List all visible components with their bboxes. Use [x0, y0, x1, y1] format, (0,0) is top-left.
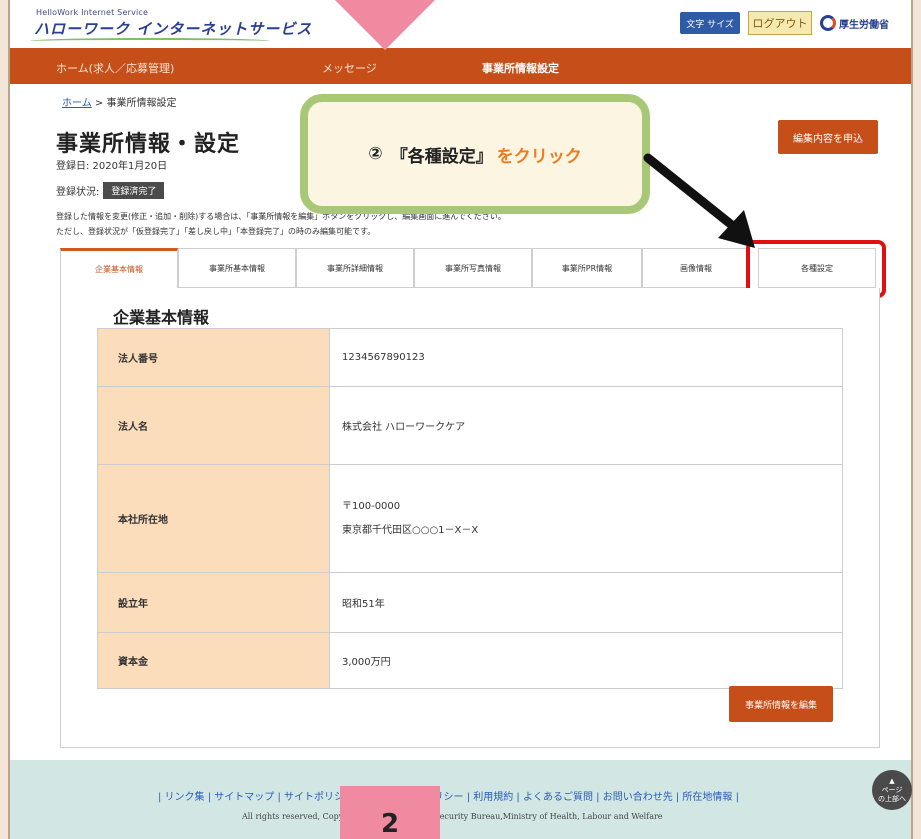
nav-item-office-settings[interactable]: 事業所情報設定 [482, 60, 559, 76]
notice-line-2: ただし、登録状況が「仮登録完了」「差し戻し中」「本登録完了」の時のみ編集可能です… [56, 227, 376, 236]
copyright-text: All rights reserved, Copyright (C) Emplo… [242, 812, 663, 821]
company-info-table: 法人番号 1234567890123 法人名 株式会社 ハローワークケア 本社所… [97, 328, 843, 689]
callout-target: 『各種設定』 [390, 146, 493, 167]
row-label-corp-number: 法人番号 [97, 328, 330, 387]
address: 東京都千代田区○○○1－X－X [342, 524, 479, 536]
registration-date: 登録日: 2020年1月20日 [56, 161, 168, 172]
pointer-arrow-down-icon [330, 0, 440, 50]
row-value-corp-name: 株式会社 ハローワークケア [329, 386, 843, 465]
postal-code: 〒100-0000 [342, 500, 401, 512]
row-label-founded: 設立年 [97, 572, 330, 633]
callout-action: をクリック [496, 146, 582, 167]
tab-company-basic[interactable]: 企業基本情報 [60, 248, 178, 288]
row-value-hq-address: 〒100-0000 東京都千代田区○○○1－X－X [329, 464, 843, 573]
row-label-capital: 資本金 [97, 632, 330, 689]
table-row: 資本金 3,000万円 [97, 632, 843, 689]
header-actions: 文字 サイズ ログアウト 厚生労働省 [680, 11, 889, 35]
row-label-hq-address: 本社所在地 [97, 464, 330, 573]
tab-office-basic[interactable]: 事業所基本情報 [178, 248, 296, 288]
tab-office-photo[interactable]: 事業所写真情報 [414, 248, 532, 288]
breadcrumb-current: 事業所情報設定 [106, 98, 177, 109]
breadcrumb-home[interactable]: ホーム [62, 98, 92, 109]
section-title: 企業基本情報 [113, 308, 210, 327]
apply-edits-button[interactable]: 編集内容を申込 [778, 120, 878, 154]
ministry-label: 厚生労働省 [839, 19, 889, 31]
table-row: 法人名 株式会社 ハローワークケア [97, 386, 843, 465]
row-value-founded: 昭和51年 [329, 572, 843, 633]
nav-item-home[interactable]: ホーム(求人／応募管理) [56, 60, 174, 76]
status-badge: 登録済完了 [103, 182, 165, 199]
edit-office-info-button[interactable]: 事業所情報を編集 [729, 686, 833, 722]
company-info-panel: 企業基本情報 法人番号 1234567890123 法人名 株式会社 ハローワー… [60, 288, 880, 748]
footer-links[interactable]: | リンク集 | サイトマップ | サイトポリシー | プライバシーポリシー |… [158, 788, 739, 803]
site-header: HelloWork Internet Service ハローワーク インターネッ… [10, 0, 911, 48]
row-label-corp-name: 法人名 [97, 386, 330, 465]
logout-button[interactable]: ログアウト [748, 11, 812, 35]
table-row: 法人番号 1234567890123 [97, 328, 843, 387]
site-logo[interactable]: ハローワーク インターネットサービス [34, 18, 312, 39]
page-title: 事業所情報・設定 [56, 132, 241, 157]
step-badge: 2 [340, 786, 440, 839]
breadcrumb-separator: > [94, 98, 107, 109]
row-value-corp-number: 1234567890123 [329, 328, 843, 387]
registration-status: 登録状況: 登録済完了 [56, 182, 165, 199]
page-top-button[interactable]: ▲ ページ の上部へ [872, 770, 912, 810]
breadcrumb: ホーム > 事業所情報設定 [62, 94, 176, 109]
instruction-callout: ② 『各種設定』 をクリック [300, 94, 650, 214]
logo-decoration [30, 38, 270, 44]
tab-office-pr[interactable]: 事業所PR情報 [532, 248, 642, 288]
registration-status-label: 登録状況: [56, 187, 100, 198]
chevron-up-icon: ▲ [889, 776, 895, 785]
row-value-capital: 3,000万円 [329, 632, 843, 689]
logo-subtitle: HelloWork Internet Service [36, 8, 149, 17]
page-top-label-2: の上部へ [878, 794, 906, 803]
page-top-label-1: ページ [881, 785, 903, 794]
text-size-button[interactable]: 文字 サイズ [680, 12, 740, 34]
table-row: 本社所在地 〒100-0000 東京都千代田区○○○1－X－X [97, 464, 843, 573]
black-arrow-icon [643, 153, 755, 248]
nav-item-messages[interactable]: メッセージ [322, 60, 377, 76]
step-number: ② [368, 144, 383, 164]
main-nav: ホーム(求人／応募管理) メッセージ 事業所情報設定 [10, 48, 911, 84]
ministry-mark-icon [820, 15, 836, 31]
ministry-logo[interactable]: 厚生労働省 [820, 15, 889, 31]
tab-office-detail[interactable]: 事業所詳細情報 [296, 248, 414, 288]
site-footer: | リンク集 | サイトマップ | サイトポリシー | プライバシーポリシー |… [10, 760, 912, 839]
table-row: 設立年 昭和51年 [97, 572, 843, 633]
